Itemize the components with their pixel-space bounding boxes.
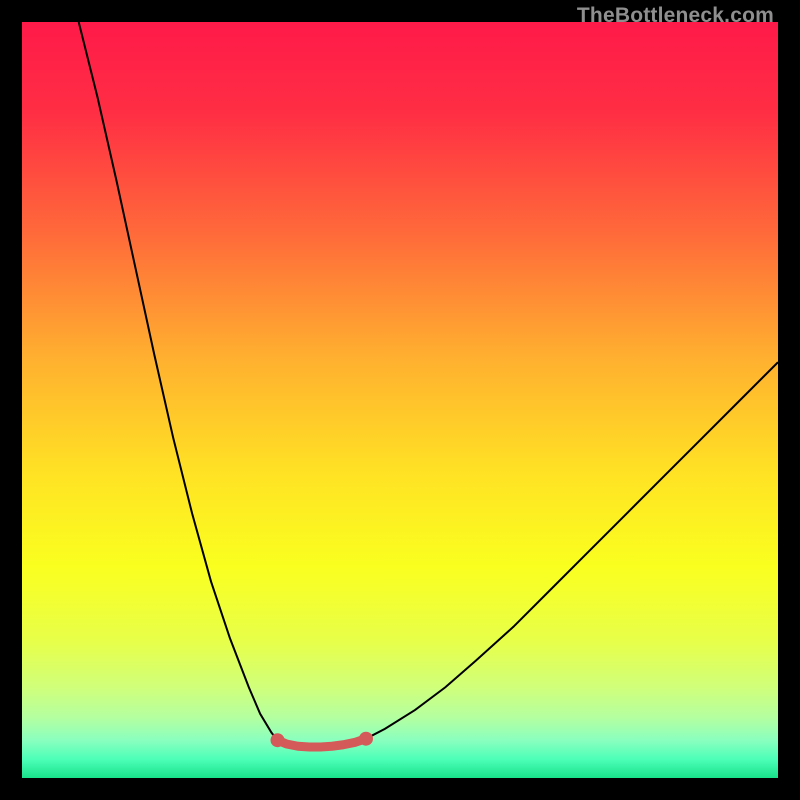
highlight-dot	[359, 732, 373, 746]
plot-area	[22, 22, 778, 778]
curve-highlighted-bottom	[278, 739, 366, 747]
chart-frame: TheBottleneck.com	[0, 0, 800, 800]
curve-layer	[22, 22, 778, 778]
watermark-text: TheBottleneck.com	[577, 4, 774, 28]
highlight-dot	[271, 733, 285, 747]
curve-left-branch	[79, 22, 278, 740]
curve-right-branch	[366, 362, 778, 738]
